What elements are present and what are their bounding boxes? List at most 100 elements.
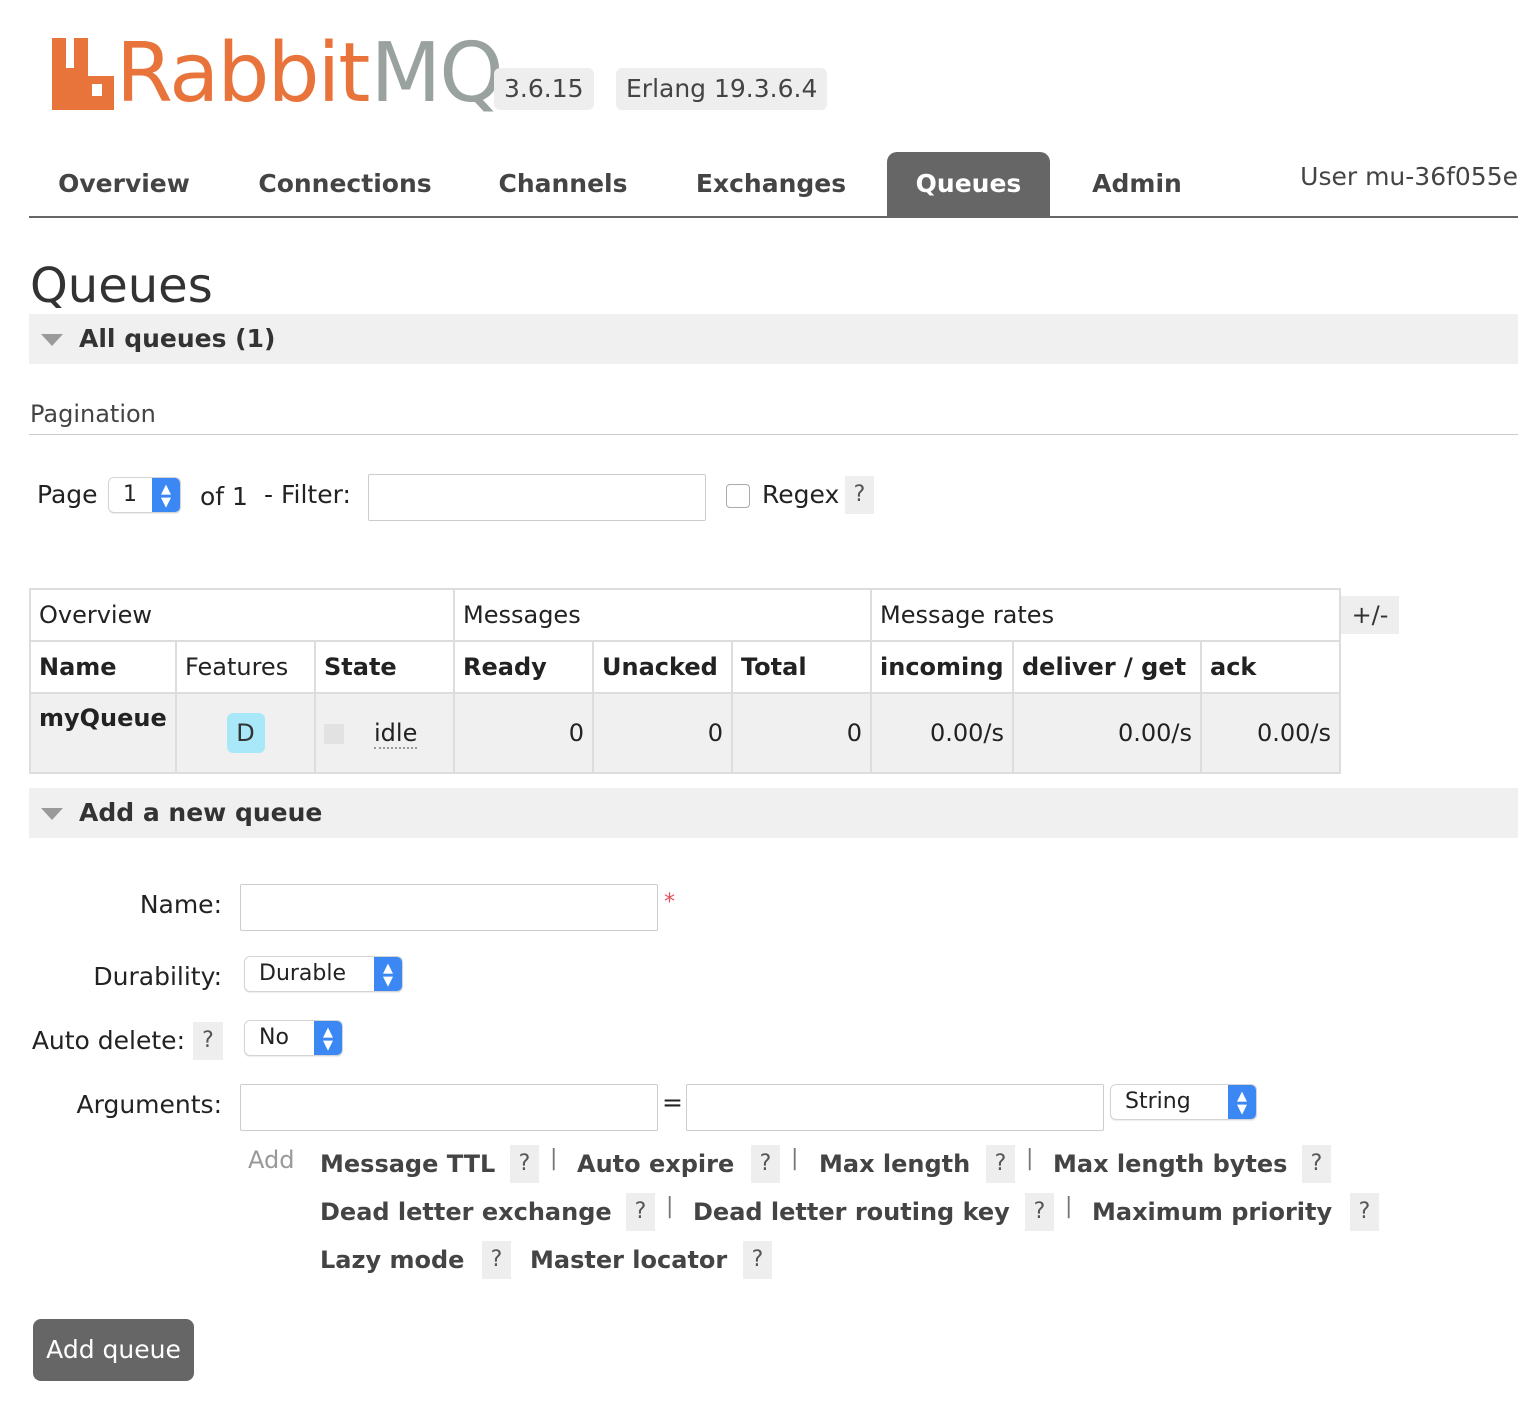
user-label: User mu-36f055e <box>1300 162 1518 191</box>
arg-link-message-ttl[interactable]: Message TTL <box>320 1150 495 1178</box>
main-nav: Overview Connections Channels Exchanges … <box>29 150 1518 218</box>
auto-delete-field-label: Auto delete: <box>31 1026 185 1055</box>
select-arrows-icon: ▲ ▼ <box>314 1021 342 1055</box>
page-label: Page <box>37 480 98 509</box>
collapse-triangle-icon <box>41 334 63 346</box>
argument-equals-sign: = <box>662 1088 683 1117</box>
arg-link-lazy-mode[interactable]: Lazy mode <box>320 1246 464 1274</box>
collapse-triangle-icon <box>41 808 63 820</box>
column-header-incoming[interactable]: incoming <box>870 640 1014 694</box>
arg-link-max-length[interactable]: Max length <box>819 1150 970 1178</box>
tab-connections[interactable]: Connections <box>247 152 443 216</box>
arguments-field-label: Arguments: <box>76 1090 222 1119</box>
add-queue-section-label: Add a new queue <box>79 798 323 827</box>
arg-link-max-length-bytes[interactable]: Max length bytes <box>1053 1150 1287 1178</box>
arg-link-dead-letter-routing-key[interactable]: Dead letter routing key <box>693 1198 1010 1226</box>
filter-input[interactable] <box>368 474 706 521</box>
select-arrows-icon: ▲ ▼ <box>1228 1085 1256 1119</box>
select-arrows-icon: ▲ ▼ <box>374 957 402 991</box>
regex-label: Regex <box>762 480 840 509</box>
lazy-mode-help-button[interactable]: ? <box>482 1241 511 1279</box>
deliver-get-rate-value: 0.00/s <box>1012 692 1202 774</box>
auto-expire-help-button[interactable]: ? <box>751 1145 780 1183</box>
columns-toggle-button[interactable]: +/- <box>1341 596 1399 634</box>
group-header-overview: Overview <box>29 588 455 642</box>
name-field-label: Name: <box>139 890 222 919</box>
dead-letter-exchange-help-button[interactable]: ? <box>626 1193 655 1231</box>
rabbitmq-logo: RabbitMQTM <box>52 26 519 121</box>
state-cell: idle <box>314 692 455 774</box>
queue-name-input[interactable] <box>240 884 658 931</box>
durability-field-label: Durability: <box>93 962 222 991</box>
link-separator: | <box>791 1146 799 1171</box>
argument-type-select[interactable]: String ▲ ▼ <box>1110 1084 1257 1120</box>
link-separator: | <box>1065 1194 1073 1219</box>
durable-feature-badge: D <box>226 713 265 753</box>
arg-link-auto-expire[interactable]: Auto expire <box>577 1150 734 1178</box>
add-queue-button[interactable]: Add queue <box>33 1319 194 1381</box>
add-argument-label: Add <box>248 1146 295 1174</box>
column-header-ack[interactable]: ack <box>1200 640 1341 694</box>
state-value: idle <box>374 719 418 749</box>
column-header-name[interactable]: Name <box>29 640 177 694</box>
column-header-unacked[interactable]: Unacked <box>592 640 733 694</box>
column-header-total[interactable]: Total <box>731 640 872 694</box>
queues-table: Overview Messages Message rates Name Fea… <box>29 588 1341 774</box>
dead-letter-routing-key-help-button[interactable]: ? <box>1025 1193 1054 1231</box>
pagination-heading: Pagination <box>30 400 156 428</box>
page-select-value: 1 <box>123 482 137 507</box>
tab-exchanges[interactable]: Exchanges <box>685 152 857 216</box>
group-header-message-rates: Message rates <box>870 588 1341 642</box>
tab-queues[interactable]: Queues <box>887 152 1050 216</box>
tab-overview[interactable]: Overview <box>45 152 203 216</box>
features-cell: D <box>175 692 316 774</box>
page-of-label: of 1 <box>200 482 248 511</box>
durability-select-value: Durable <box>259 961 347 986</box>
ack-rate-value: 0.00/s <box>1200 692 1341 774</box>
state-indicator-icon <box>324 724 344 744</box>
argument-key-input[interactable] <box>240 1084 658 1131</box>
argument-type-value: String <box>1125 1089 1191 1114</box>
queue-name-link[interactable]: myQueue <box>29 692 177 774</box>
durability-select[interactable]: Durable ▲ ▼ <box>244 956 403 992</box>
filter-label: - Filter: <box>264 480 351 509</box>
column-header-ready[interactable]: Ready <box>453 640 594 694</box>
link-separator: | <box>666 1194 674 1219</box>
add-queue-section-header[interactable]: Add a new queue <box>29 788 1518 838</box>
erlang-version-badge: Erlang 19.3.6.4 <box>616 68 828 110</box>
link-separator: | <box>550 1146 558 1171</box>
auto-delete-help-button[interactable]: ? <box>193 1022 223 1060</box>
link-separator: | <box>1026 1146 1034 1171</box>
message-ttl-help-button[interactable]: ? <box>510 1145 539 1183</box>
all-queues-section-header[interactable]: All queues (1) <box>29 314 1518 364</box>
maximum-priority-help-button[interactable]: ? <box>1350 1193 1379 1231</box>
auto-delete-select-value: No <box>259 1025 289 1050</box>
logo-text-rabbit: Rabbit <box>116 26 370 121</box>
table-row: myQueue D idle 0 0 0 0.00/s 0.00/s 0.00/… <box>29 692 1341 774</box>
incoming-rate-value: 0.00/s <box>870 692 1014 774</box>
version-badge: 3.6.15 <box>494 68 594 110</box>
select-arrows-icon: ▲ ▼ <box>152 478 180 512</box>
arg-link-master-locator[interactable]: Master locator <box>530 1246 727 1274</box>
column-header-deliver-get[interactable]: deliver / get <box>1012 640 1202 694</box>
regex-help-button[interactable]: ? <box>845 476 874 514</box>
arg-link-dead-letter-exchange[interactable]: Dead letter exchange <box>320 1198 612 1226</box>
regex-checkbox[interactable] <box>726 484 750 508</box>
argument-value-input[interactable] <box>686 1084 1104 1131</box>
rabbitmq-logo-icon <box>52 38 114 110</box>
logo-text-mq: MQ <box>370 26 503 121</box>
auto-delete-select[interactable]: No ▲ ▼ <box>244 1020 343 1056</box>
ready-value: 0 <box>453 692 594 774</box>
max-length-help-button[interactable]: ? <box>986 1145 1015 1183</box>
tab-admin[interactable]: Admin <box>1079 152 1195 216</box>
max-length-bytes-help-button[interactable]: ? <box>1302 1145 1331 1183</box>
all-queues-label: All queues (1) <box>79 324 276 353</box>
arg-link-maximum-priority[interactable]: Maximum priority <box>1092 1198 1332 1226</box>
column-header-state[interactable]: State <box>314 640 455 694</box>
page-select[interactable]: 1 ▲ ▼ <box>108 477 181 513</box>
tab-channels[interactable]: Channels <box>487 152 639 216</box>
master-locator-help-button[interactable]: ? <box>743 1241 772 1279</box>
pagination-divider <box>29 434 1518 435</box>
page-title: Queues <box>30 258 213 314</box>
unacked-value: 0 <box>592 692 733 774</box>
